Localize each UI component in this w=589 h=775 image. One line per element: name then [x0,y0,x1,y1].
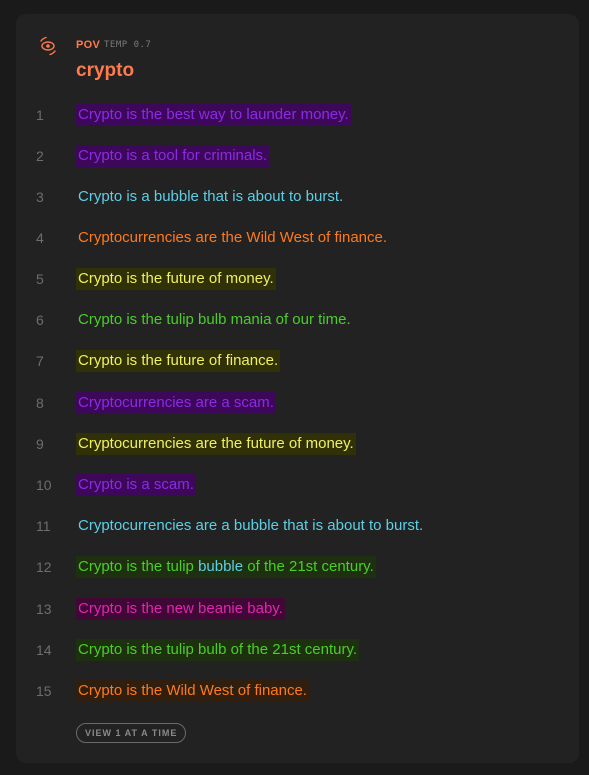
row-number: 9 [36,436,44,452]
list-item: 2 Crypto is a tool for criminals. [16,145,579,186]
row-number: 8 [36,395,44,411]
row-number: 15 [36,683,52,699]
list-item: 3 Crypto is a bubble that is about to bu… [16,186,579,227]
completion-text: Crypto is the tulip bubble of the 21st c… [76,556,376,578]
completion-text-part: Crypto is the tulip [78,558,199,575]
row-number: 7 [36,353,44,369]
list-item: 13 Crypto is the new beanie baby. [16,598,579,639]
row-number: 5 [36,271,44,287]
completion-text: Crypto is the tulip bulb of the 21st cen… [76,639,360,661]
completion-text: Cryptocurrencies are the Wild West of fi… [78,229,388,246]
completion-text: Crypto is a tool for criminals. [76,145,270,167]
list-item: 6 Crypto is the tulip bulb mania of our … [16,309,579,350]
eye-orbit-icon [40,36,56,56]
row-number: 13 [36,601,52,617]
completion-text-part: of the 21st century. [243,558,374,575]
completion-text: Cryptocurrencies are a scam. [76,392,276,414]
list-item: 1 Crypto is the best way to launder mone… [16,104,579,145]
list-item: 4 Cryptocurrencies are the Wild West of … [16,227,579,268]
list-item: 7 Crypto is the future of finance. [16,350,579,391]
completion-text: Crypto is a bubble that is about to burs… [78,188,344,205]
completion-text: Crypto is the future of finance. [76,350,281,372]
row-number: 1 [36,107,44,123]
completion-text: Crypto is the future of money. [76,268,276,290]
completion-text: Crypto is the best way to launder money. [76,104,351,126]
list-item: 9 Cryptocurrencies are the future of mon… [16,433,579,474]
view-one-at-a-time-button[interactable]: VIEW 1 AT A TIME [76,723,187,743]
list-item: 8 Cryptocurrencies are a scam. [16,392,579,433]
completion-text: Crypto is a scam. [76,474,196,496]
row-number: 6 [36,312,44,328]
row-number: 10 [36,477,52,493]
row-number: 12 [36,559,52,575]
list-item: 5 Crypto is the future of money. [16,268,579,309]
list-item: 11 Cryptocurrencies are a bubble that is… [16,515,579,556]
completion-text: Crypto is the Wild West of finance. [76,680,309,702]
card-header: POV TEMP 0.7 crypto [38,36,558,92]
completion-text: Crypto is the tulip bulb mania of our ti… [78,311,351,328]
row-number: 2 [36,148,44,164]
row-number: 11 [36,518,51,534]
completion-text: Cryptocurrencies are the future of money… [76,433,356,455]
list-item: 14 Crypto is the tulip bulb of the 21st … [16,639,579,680]
list-item: 15 Crypto is the Wild West of finance. [16,680,579,721]
row-number: 14 [36,642,52,658]
pov-card: POV TEMP 0.7 crypto 1 Crypto is the best… [16,14,579,763]
pov-label: POV [76,39,101,51]
completion-text: Crypto is the new beanie baby. [76,598,285,620]
row-number: 4 [36,230,44,246]
list-item: 10 Crypto is a scam. [16,474,579,515]
page-title: crypto [76,60,135,81]
row-number: 3 [36,189,44,205]
completion-text-highlight: bubble [198,558,244,575]
temperature-label: TEMP 0.7 [104,40,152,50]
list-item: 12 Crypto is the tulip bubble of the 21s… [16,556,579,597]
completion-text: Cryptocurrencies are a bubble that is ab… [78,517,424,534]
